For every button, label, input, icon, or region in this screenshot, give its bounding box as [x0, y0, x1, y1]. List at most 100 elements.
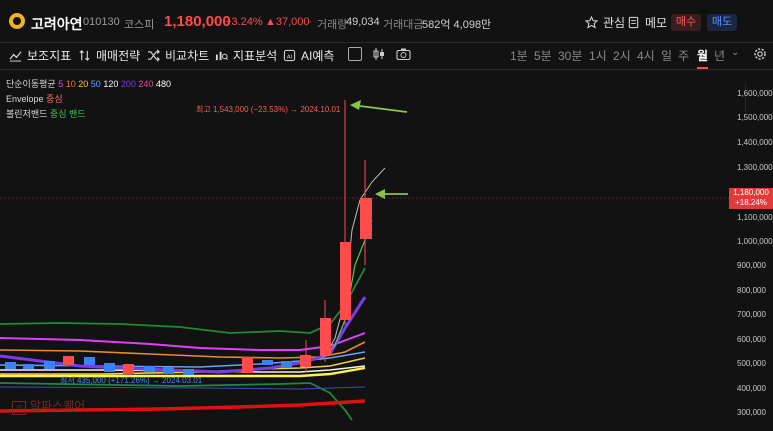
strategy-label: 매매전략 — [96, 49, 141, 63]
interval-day[interactable]: 일 — [661, 47, 672, 64]
sell-button[interactable]: 매도 — [707, 14, 737, 31]
compare-button[interactable]: 비교차트 — [147, 47, 209, 64]
interval-5min[interactable]: 5분 — [534, 47, 552, 64]
ma-period-20: 20 — [78, 79, 89, 89]
stock-name[interactable]: 고려아연 — [31, 14, 83, 34]
memo-icon — [628, 16, 639, 29]
interval-month[interactable]: 월 — [697, 47, 708, 64]
envelope-label: Envelope — [6, 94, 44, 104]
candle — [23, 364, 34, 369]
axis-tick: 900,000 — [737, 261, 766, 270]
ma-period-120: 120 — [103, 79, 119, 89]
axis-tick: 1,600,000 — [737, 89, 773, 98]
interval-week[interactable]: 주 — [678, 47, 689, 64]
gear-icon[interactable] — [753, 47, 767, 64]
ma-period-10: 10 — [65, 79, 76, 89]
amount-value: 582억 4,098만 — [422, 19, 492, 31]
watchlist-label: 관심 — [603, 16, 626, 30]
bollinger-upper-line — [0, 267, 366, 334]
bollinger-label: 볼린저밴드 — [6, 109, 48, 119]
envelope-sub: 중심 — [46, 94, 63, 104]
ma-period-50: 50 — [90, 79, 101, 89]
ai-predict-button[interactable]: AI AI예측 — [283, 47, 334, 64]
ai-predict-label: AI예측 — [301, 49, 335, 63]
price-tag-change: +18.24% — [735, 198, 767, 207]
bollinger-legend[interactable]: 볼린저밴드 중심 밴드 — [6, 107, 86, 120]
company-logo — [9, 13, 25, 29]
candlestick-icon[interactable] — [372, 47, 386, 64]
bollinger-sub: 중심 밴드 — [49, 109, 86, 119]
ma-period-480: 480 — [155, 79, 171, 89]
amount-label: 거래대금 — [383, 19, 424, 31]
candle — [281, 361, 292, 368]
candle — [5, 362, 16, 369]
candle — [63, 356, 74, 365]
ma-period-240: 240 — [138, 79, 154, 89]
change-amount: ▲37,000 — [265, 16, 310, 28]
analysis-button[interactable]: 지표분석 — [215, 47, 277, 64]
strategy-button[interactable]: 매매전략 — [78, 47, 140, 64]
chart-toolbar: 보조지표 매매전략 비교차트 지표분석 AI AI예측 1분 5분 30분 1시 … — [0, 42, 773, 111]
star-icon — [585, 16, 598, 29]
memo-label: 메모 — [645, 16, 668, 30]
ma-period-200: 200 — [120, 79, 136, 89]
analysis-label: 지표분석 — [233, 49, 278, 63]
candle — [123, 364, 134, 374]
svg-text:AI: AI — [287, 54, 293, 60]
analysis-icon — [215, 51, 228, 61]
market-label: 코스피 — [124, 19, 155, 31]
axis-tick: 1,500,000 — [737, 113, 773, 122]
interval-year[interactable]: 년 — [714, 47, 725, 64]
candle — [242, 357, 253, 373]
sort-arrows-icon — [79, 50, 90, 61]
candle — [320, 318, 331, 356]
axis-tick: 300,000 — [737, 408, 766, 417]
axis-tick: 1,400,000 — [737, 138, 773, 147]
axis-tick: 500,000 — [737, 359, 766, 368]
ma-legend[interactable]: 단순이동평균 5 10 20 50 120 200 240 480 — [6, 77, 171, 90]
interval-30min[interactable]: 30분 — [558, 47, 582, 64]
interval-4hour[interactable]: 4시 — [637, 47, 655, 64]
volume-value: 49,034 — [346, 16, 380, 28]
high-annotation: 최고 1,543,000 (−23.53%) → 2024.10.01 — [196, 105, 341, 114]
candle — [144, 366, 155, 372]
candle — [84, 357, 95, 365]
candle — [163, 367, 174, 374]
candle — [340, 242, 351, 320]
compare-label: 비교차트 — [165, 49, 210, 63]
ma-period-5: 5 — [58, 79, 64, 89]
ma-10-line — [0, 386, 366, 390]
ma-title: 단순이동평균 — [6, 79, 56, 89]
axis-tick: 600,000 — [737, 335, 766, 344]
separator-dot: · — [309, 17, 313, 28]
axis-tick: 1,100,000 — [737, 213, 773, 222]
current-price: 1,180,000 — [164, 13, 231, 30]
watchlist-button[interactable]: 관심 — [585, 14, 625, 31]
candle — [44, 361, 55, 369]
watermark-text: 알파스퀘어 — [30, 399, 86, 413]
axis-tick: 400,000 — [737, 384, 766, 393]
axis-tick: 700,000 — [737, 310, 766, 319]
change-percent: +3.24% — [225, 16, 263, 28]
candle — [300, 355, 311, 367]
indicator-icon — [9, 51, 22, 62]
shuffle-icon — [147, 49, 160, 62]
interval-1hour[interactable]: 1시 — [589, 47, 607, 64]
interval-2hour[interactable]: 2시 — [613, 47, 631, 64]
chart-type-square-icon[interactable] — [348, 47, 362, 61]
envelope-legend[interactable]: Envelope 중심 — [6, 92, 63, 105]
stock-header: 고려아연 010130 코스피 · 1,180,000 +3.24% ▲37,0… — [0, 0, 773, 43]
separator-dot: · — [155, 17, 159, 28]
candles — [5, 100, 372, 375]
memo-button[interactable]: 메모 — [627, 14, 667, 31]
axis-tick: 1,300,000 — [737, 163, 773, 172]
chevron-down-icon[interactable]: ⌄ — [731, 47, 739, 58]
candle — [262, 360, 273, 365]
candle — [104, 363, 115, 372]
camera-icon[interactable] — [396, 47, 411, 64]
interval-1min[interactable]: 1분 — [510, 47, 528, 64]
indicator-button[interactable]: 보조지표 — [9, 47, 71, 64]
buy-button[interactable]: 매수 — [671, 14, 701, 31]
ai-icon: AI — [283, 49, 296, 62]
current-price-tag: 1,180,000 +18.24% — [729, 188, 773, 209]
